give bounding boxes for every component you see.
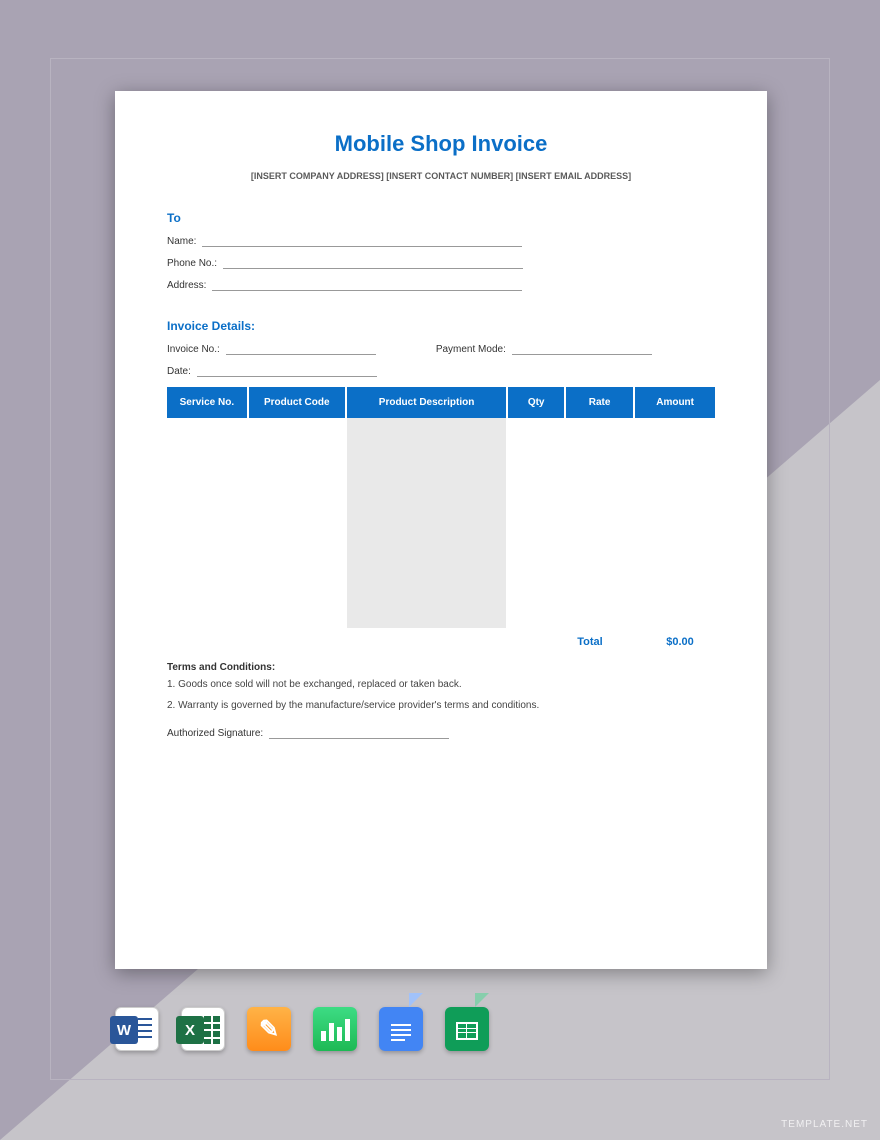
cell-service-no (167, 418, 248, 628)
phone-label: Phone No.: (167, 258, 217, 269)
phone-line (223, 257, 523, 269)
details-row-1: Invoice No.: Payment Mode: (167, 343, 715, 355)
invoice-no-field: Invoice No.: (167, 343, 376, 355)
invoice-no-line (226, 343, 376, 355)
cell-qty (507, 418, 565, 628)
pages-icon: ✎ (247, 1007, 291, 1051)
format-icons: W X ✎ (115, 1007, 489, 1051)
th-qty: Qty (507, 387, 565, 418)
table-row (167, 418, 715, 628)
cell-product-code (248, 418, 346, 628)
address-field: Address: (167, 279, 715, 291)
term-2: 2. Warranty is governed by the manufactu… (167, 700, 715, 711)
th-service-no: Service No. (167, 387, 248, 418)
payment-mode-line (512, 343, 652, 355)
total-value: $0.00 (645, 636, 715, 648)
payment-mode-label: Payment Mode: (436, 344, 506, 355)
numbers-icon (313, 1007, 357, 1051)
signature-line (269, 727, 449, 739)
invoice-no-label: Invoice No.: (167, 344, 220, 355)
invoice-table: Service No. Product Code Product Descrip… (167, 387, 715, 628)
date-field: Date: (167, 365, 377, 377)
th-product-description: Product Description (346, 387, 508, 418)
total-label: Total (535, 636, 645, 648)
preview-frame: Mobile Shop Invoice [INSERT COMPANY ADDR… (50, 58, 830, 1080)
th-rate: Rate (565, 387, 634, 418)
name-label: Name: (167, 236, 196, 247)
excel-glyph: X (176, 1016, 204, 1044)
excel-icon: X (181, 1007, 225, 1051)
word-icon: W (115, 1007, 159, 1051)
terms-heading: Terms and Conditions: (167, 662, 715, 673)
signature-field: Authorized Signature: (167, 727, 715, 739)
invoice-page: Mobile Shop Invoice [INSERT COMPANY ADDR… (115, 91, 767, 969)
watermark: TEMPLATE.NET (781, 1119, 868, 1130)
address-label: Address: (167, 280, 206, 291)
cell-product-description (346, 418, 508, 628)
th-product-code: Product Code (248, 387, 346, 418)
total-row: Total $0.00 (167, 636, 715, 648)
name-field: Name: (167, 235, 715, 247)
cell-amount (634, 418, 715, 628)
date-line (197, 365, 377, 377)
signature-label: Authorized Signature: (167, 728, 263, 739)
page-subtitle: [INSERT COMPANY ADDRESS] [INSERT CONTACT… (167, 171, 715, 181)
date-label: Date: (167, 366, 191, 377)
pages-glyph: ✎ (259, 1015, 279, 1044)
gdocs-icon (379, 1007, 423, 1051)
th-amount: Amount (634, 387, 715, 418)
term-1: 1. Goods once sold will not be exchanged… (167, 679, 715, 690)
name-line (202, 235, 522, 247)
gsheets-icon (445, 1007, 489, 1051)
phone-field: Phone No.: (167, 257, 715, 269)
payment-mode-field: Payment Mode: (436, 343, 652, 355)
to-heading: To (167, 211, 715, 225)
address-line (212, 279, 522, 291)
cell-rate (565, 418, 634, 628)
table-header-row: Service No. Product Code Product Descrip… (167, 387, 715, 418)
details-heading: Invoice Details: (167, 319, 715, 333)
details-row-2: Date: (167, 365, 715, 377)
page-title: Mobile Shop Invoice (167, 131, 715, 157)
word-glyph: W (110, 1016, 138, 1044)
